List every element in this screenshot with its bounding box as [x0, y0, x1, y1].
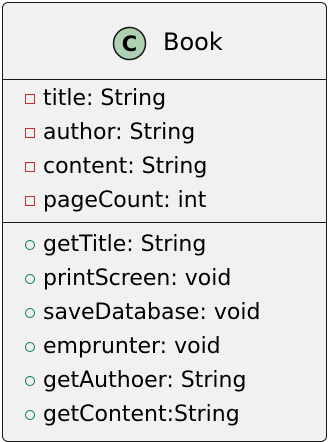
- attribute-author: author: String: [43, 120, 196, 145]
- attribute-content: content: String: [43, 154, 208, 179]
- class-stereotype-icon: C: [112, 26, 147, 61]
- public-visibility-icon: [25, 410, 35, 420]
- public-visibility-icon: [25, 376, 35, 386]
- stereotype-letter: C: [122, 32, 137, 56]
- method-printscreen: printScreen: void: [43, 266, 232, 291]
- attribute-pagecount: pageCount: int: [43, 188, 207, 213]
- attributes-separator: [3, 79, 326, 80]
- method-getauthoer: getAuthoer: String: [43, 368, 247, 393]
- method-gettitle: getTitle: String: [43, 232, 207, 257]
- public-visibility-icon: [25, 240, 35, 250]
- private-visibility-icon: [25, 196, 35, 206]
- method-savedatabase: saveDatabase: void: [43, 300, 261, 325]
- public-visibility-icon: [25, 308, 35, 318]
- class-name: Book: [163, 28, 223, 56]
- public-visibility-icon: [25, 342, 35, 352]
- class-book-box[interactable]: C Book title: String author: String cont…: [2, 2, 327, 442]
- private-visibility-icon: [25, 94, 35, 104]
- private-visibility-icon: [25, 162, 35, 172]
- class-header: C Book: [3, 3, 326, 81]
- methods-separator: [3, 222, 326, 223]
- method-emprunter: emprunter: void: [43, 334, 221, 359]
- public-visibility-icon: [25, 274, 35, 284]
- private-visibility-icon: [25, 128, 35, 138]
- attribute-title: title: String: [43, 86, 167, 111]
